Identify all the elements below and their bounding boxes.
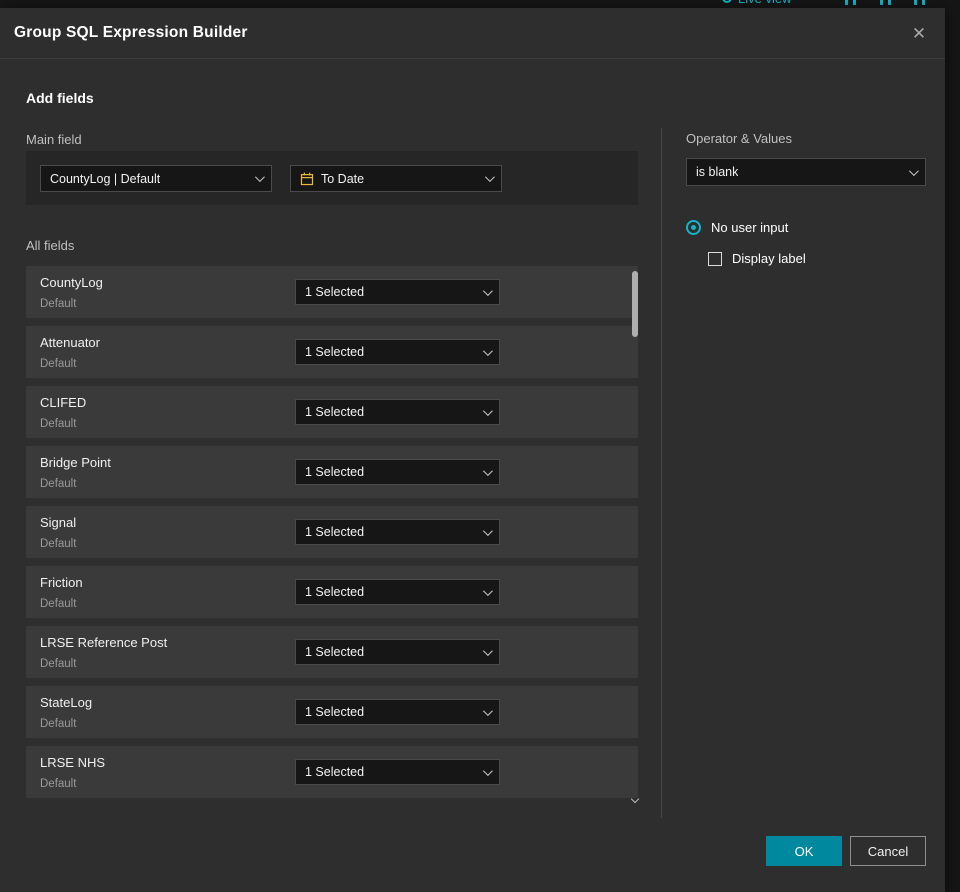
operator-dropdown-label: is blank bbox=[696, 165, 739, 179]
cancel-button[interactable]: Cancel bbox=[850, 836, 926, 866]
column-divider bbox=[661, 128, 662, 818]
field-row: CountyLog Default 1 Selected bbox=[26, 266, 638, 318]
field-selected-dropdown[interactable]: 1 Selected bbox=[295, 699, 500, 725]
chevron-down-icon bbox=[484, 172, 495, 183]
field-subtitle: Default bbox=[40, 418, 77, 430]
field-selected-dropdown[interactable]: 1 Selected bbox=[295, 399, 500, 425]
chevron-down-icon bbox=[254, 172, 265, 183]
scrollbar-thumb[interactable] bbox=[632, 271, 638, 337]
pause-icon[interactable] bbox=[845, 0, 856, 8]
no-user-input-radio[interactable]: No user input bbox=[686, 220, 788, 235]
field-name: CountyLog bbox=[40, 275, 103, 290]
all-fields-label: All fields bbox=[26, 238, 75, 253]
field-name: LRSE Reference Post bbox=[40, 635, 168, 650]
display-label-checkbox[interactable]: Display label bbox=[708, 251, 806, 266]
field-row: Attenuator Default 1 Selected bbox=[26, 326, 638, 378]
ok-button[interactable]: OK bbox=[766, 836, 842, 866]
layout-columns-icon[interactable] bbox=[880, 0, 891, 8]
calendar-icon bbox=[300, 172, 314, 186]
field-selected-dropdown[interactable]: 1 Selected bbox=[295, 339, 500, 365]
field-selected-dropdown-label: 1 Selected bbox=[305, 285, 365, 299]
field-subtitle: Default bbox=[40, 298, 77, 310]
app-topbar: Live view bbox=[0, 0, 960, 8]
field-row: LRSE NHS Default 1 Selected bbox=[26, 746, 638, 798]
field-selected-dropdown-label: 1 Selected bbox=[305, 345, 365, 359]
field-selected-dropdown[interactable]: 1 Selected bbox=[295, 579, 500, 605]
field-selected-dropdown[interactable]: 1 Selected bbox=[295, 759, 500, 785]
main-field-panel: CountyLog | Default To Date bbox=[26, 151, 638, 205]
chevron-down-icon bbox=[482, 765, 493, 776]
field-name: StateLog bbox=[40, 695, 93, 710]
field-selected-dropdown-label: 1 Selected bbox=[305, 585, 365, 599]
field-subtitle: Default bbox=[40, 538, 77, 550]
field-selected-dropdown-label: 1 Selected bbox=[305, 405, 365, 419]
field-subtitle: Default bbox=[40, 598, 77, 610]
field-subtitle: Default bbox=[40, 358, 77, 370]
field-subtitle: Default bbox=[40, 478, 77, 490]
close-icon[interactable]: ✕ bbox=[907, 22, 931, 46]
field-selected-dropdown[interactable]: 1 Selected bbox=[295, 459, 500, 485]
display-label-label: Display label bbox=[732, 251, 806, 266]
chevron-down-icon bbox=[482, 585, 493, 596]
live-view-icon bbox=[722, 0, 732, 3]
chevron-down-icon bbox=[482, 645, 493, 656]
main-field-dropdown-label: CountyLog | Default bbox=[50, 171, 161, 186]
layout-panels-icon[interactable] bbox=[914, 0, 925, 8]
all-fields-list: CountyLog Default 1 Selected Attenuator … bbox=[26, 266, 638, 806]
field-selected-dropdown[interactable]: 1 Selected bbox=[295, 639, 500, 665]
chevron-down-icon bbox=[482, 705, 493, 716]
field-row: CLIFED Default 1 Selected bbox=[26, 386, 638, 438]
field-row: Bridge Point Default 1 Selected bbox=[26, 446, 638, 498]
field-name: LRSE NHS bbox=[40, 755, 106, 770]
date-dropdown[interactable]: To Date bbox=[290, 165, 502, 192]
dialog-title: Group SQL Expression Builder bbox=[14, 24, 248, 41]
field-selected-dropdown-label: 1 Selected bbox=[305, 765, 365, 779]
field-name: Attenuator bbox=[40, 335, 100, 350]
section-title-add-fields: Add fields bbox=[26, 90, 94, 106]
main-field-dropdown[interactable]: CountyLog | Default bbox=[40, 165, 272, 192]
chevron-down-icon bbox=[482, 525, 493, 536]
chevron-down-icon bbox=[482, 405, 493, 416]
field-selected-dropdown-label: 1 Selected bbox=[305, 705, 365, 719]
scrollbar-down-arrow-icon[interactable] bbox=[631, 796, 639, 804]
field-selected-dropdown-label: 1 Selected bbox=[305, 645, 365, 659]
screen: Live view Group SQL Expression Builder ✕… bbox=[0, 0, 960, 892]
backdrop-right bbox=[945, 0, 960, 892]
field-row: Signal Default 1 Selected bbox=[26, 506, 638, 558]
date-dropdown-label: To Date bbox=[321, 171, 365, 186]
main-field-label: Main field bbox=[26, 132, 82, 147]
chevron-down-icon bbox=[482, 285, 493, 296]
field-row: Friction Default 1 Selected bbox=[26, 566, 638, 618]
field-selected-dropdown[interactable]: 1 Selected bbox=[295, 519, 500, 545]
field-selected-dropdown[interactable]: 1 Selected bbox=[295, 279, 500, 305]
field-name: Friction bbox=[40, 575, 83, 590]
dialog-header: Group SQL Expression Builder ✕ bbox=[0, 8, 945, 59]
field-subtitle: Default bbox=[40, 658, 77, 670]
operator-dropdown[interactable]: is blank bbox=[686, 158, 926, 186]
chevron-down-icon bbox=[908, 165, 919, 176]
field-subtitle: Default bbox=[40, 778, 77, 790]
checkbox-unchecked-icon bbox=[708, 251, 722, 266]
field-name: Bridge Point bbox=[40, 455, 111, 470]
field-row: LRSE Reference Post Default 1 Selected bbox=[26, 626, 638, 678]
no-user-input-label: No user input bbox=[711, 220, 789, 235]
operator-values-label: Operator & Values bbox=[686, 131, 792, 146]
scrollbar bbox=[631, 266, 639, 806]
field-row: StateLog Default 1 Selected bbox=[26, 686, 638, 738]
live-view-label: Live view bbox=[738, 0, 791, 6]
live-view-button[interactable]: Live view bbox=[722, 0, 791, 8]
field-name: Signal bbox=[40, 515, 77, 530]
dialog-group-sql-expression-builder: Group SQL Expression Builder ✕ Add field… bbox=[0, 8, 945, 892]
radio-selected-icon bbox=[686, 220, 701, 235]
chevron-down-icon bbox=[482, 345, 493, 356]
chevron-down-icon bbox=[482, 465, 493, 476]
field-selected-dropdown-label: 1 Selected bbox=[305, 465, 365, 479]
field-name: CLIFED bbox=[40, 395, 87, 410]
field-subtitle: Default bbox=[40, 718, 77, 730]
field-selected-dropdown-label: 1 Selected bbox=[305, 525, 365, 539]
